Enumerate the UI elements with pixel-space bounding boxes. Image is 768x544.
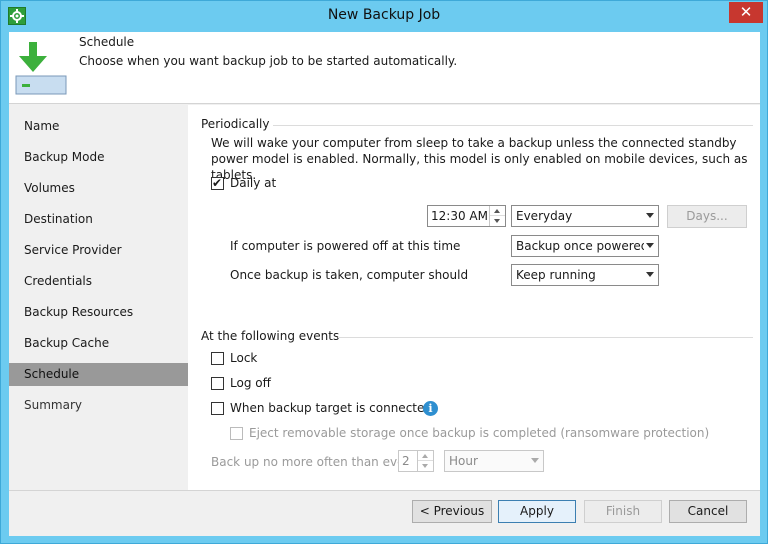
nav-step-name[interactable]: Name <box>9 115 188 138</box>
events-section-label: At the following events <box>201 329 340 343</box>
chevron-down-icon <box>646 272 654 277</box>
after-backup-value: Keep running <box>516 268 596 282</box>
daily-time-value: 12:30 AM <box>431 209 488 223</box>
days-button[interactable]: Days... <box>667 205 747 228</box>
chevron-down-icon <box>646 213 654 218</box>
limit-spinner-buttons <box>417 451 433 471</box>
finish-button[interactable]: Finish <box>584 500 662 523</box>
eject-storage-checkbox-label: Eject removable storage once backup is c… <box>249 426 710 440</box>
daily-checkbox-label: Daily at <box>230 176 277 190</box>
close-button[interactable]: ✕ <box>729 2 763 23</box>
apply-button[interactable]: Apply <box>498 500 576 523</box>
chevron-down-icon <box>646 243 654 248</box>
backup-limit-value: 2 <box>402 454 410 468</box>
download-to-drive-icon <box>15 40 67 96</box>
backup-limit-label: Back up no more often than every <box>211 455 417 469</box>
previous-button[interactable]: < Previous <box>412 500 492 523</box>
nav-step-volumes[interactable]: Volumes <box>9 177 188 200</box>
spin-down-icon[interactable] <box>490 216 505 226</box>
checkmark-icon: ✔ <box>212 176 223 190</box>
spin-up-icon[interactable] <box>418 451 433 461</box>
target-connected-checkbox-label: When backup target is connected <box>230 401 432 415</box>
page-title: Schedule <box>79 35 135 49</box>
nav-step-destination[interactable]: Destination <box>9 208 188 231</box>
daily-time-spinner[interactable]: 12:30 AM <box>427 205 506 227</box>
time-spinner-buttons <box>489 206 505 226</box>
spin-down-icon[interactable] <box>418 461 433 471</box>
wizard-steps: Name Backup Mode Volumes Destination Ser… <box>9 105 188 490</box>
frequency-select[interactable]: Everyday <box>511 205 659 227</box>
powered-off-label: If computer is powered off at this time <box>230 239 461 253</box>
window-title: New Backup Job <box>327 7 441 23</box>
nav-step-credentials[interactable]: Credentials <box>9 270 188 293</box>
nav-step-service-provider[interactable]: Service Provider <box>9 239 188 262</box>
cancel-button[interactable]: Cancel <box>669 500 747 523</box>
target-connected-checkbox[interactable] <box>211 402 224 415</box>
logoff-checkbox[interactable] <box>211 377 224 390</box>
nav-step-backup-resources[interactable]: Backup Resources <box>9 301 188 324</box>
page-description: Choose when you want backup job to be st… <box>79 54 458 68</box>
backup-limit-spinner[interactable]: 2 <box>398 450 434 472</box>
section-divider <box>273 125 753 126</box>
nav-step-schedule[interactable]: Schedule <box>9 363 188 386</box>
logoff-checkbox-label: Log off <box>230 376 271 390</box>
after-backup-label: Once backup is taken, computer should <box>230 268 469 282</box>
powered-off-select[interactable]: Backup once powered on <box>511 235 659 257</box>
backup-job-window: New Backup Job ✕ Schedule Choose when yo… <box>0 0 768 544</box>
backup-limit-unit-value: Hour <box>449 454 478 468</box>
nav-step-backup-cache[interactable]: Backup Cache <box>9 332 188 355</box>
spin-up-icon[interactable] <box>490 206 505 216</box>
nav-step-summary[interactable]: Summary <box>9 394 188 417</box>
periodically-section-label: Periodically <box>201 117 270 131</box>
wizard-header: Schedule Choose when you want backup job… <box>9 32 760 104</box>
footer-divider <box>9 490 760 491</box>
section-divider <box>338 337 753 338</box>
schedule-panel: Periodically We will wake your computer … <box>188 105 760 490</box>
after-backup-select[interactable]: Keep running <box>511 264 659 286</box>
info-icon[interactable]: i <box>423 401 438 416</box>
daily-checkbox[interactable]: ✔ <box>211 176 224 190</box>
frequency-value: Everyday <box>516 209 573 223</box>
dialog-body: Schedule Choose when you want backup job… <box>9 32 760 536</box>
title-bar[interactable]: New Backup Job ✕ <box>1 1 767 31</box>
lock-checkbox-label: Lock <box>230 351 258 365</box>
nav-step-backup-mode[interactable]: Backup Mode <box>9 146 188 169</box>
powered-off-value: Backup once powered on <box>516 239 644 253</box>
lock-checkbox[interactable] <box>211 352 224 365</box>
backup-limit-unit-select[interactable]: Hour <box>444 450 544 472</box>
wake-note: We will wake your computer from sleep to… <box>211 136 748 182</box>
chevron-down-icon <box>531 458 539 463</box>
eject-storage-checkbox[interactable] <box>230 427 243 440</box>
